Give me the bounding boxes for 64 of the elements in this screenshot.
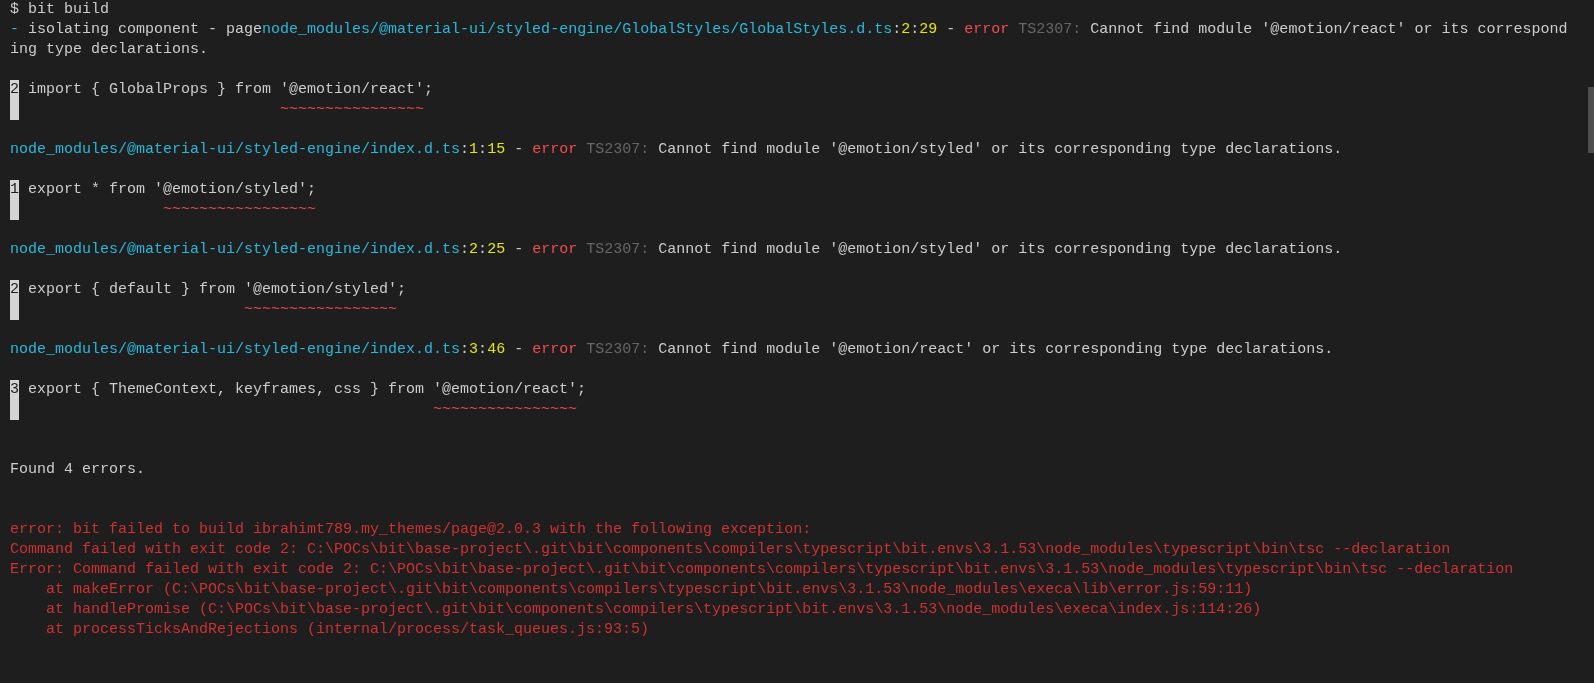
file-path: node_modules/@material-ui/styled-engine/index.d.ts: [10, 141, 461, 158]
file-path: node_modules/@material-ui/styled-engine/GlobalStyles/GlobalStyles.d.ts: [262, 21, 893, 38]
output-text: ing type declarations.: [10, 41, 209, 58]
output-text: Cannot find module '@emotion/react' or its corresponding type declarations.: [658, 341, 1334, 358]
error-code: TS2307:: [1018, 21, 1082, 38]
line-column-number: 1: [469, 141, 479, 158]
source-code: import { GlobalProps } from '@emotion/react';: [28, 81, 434, 98]
error-output-line: Command failed with exit code 2: C:\POCs\bit\base-project\.git\bit\components\compilers\typescript\bit.envs\3.1.53\node_modules\typescript\bin\tsc --declaration: [10, 541, 1451, 558]
line-column-number: 15: [487, 141, 506, 158]
output-text: -: [514, 141, 525, 158]
error-label: error: [532, 241, 578, 258]
output-text: Cannot find module '@emotion/styled' or its corresponding type declarations.: [658, 241, 1343, 258]
error-output-line: at processTicksAndRejections (internal/process/task_queues.js:93:5): [46, 621, 650, 638]
line-number: 2: [10, 280, 19, 300]
source-code: export { ThemeContext, keyframes, css } from '@emotion/react';: [28, 381, 587, 398]
output-text: :: [910, 21, 920, 38]
error-underline: ~~~~~~~~~~~~~~~~~: [244, 301, 398, 318]
output-text: :: [460, 241, 470, 258]
line-number-gutter: [10, 400, 19, 420]
line-column-number: 2: [469, 241, 479, 258]
error-output-line: error: bit failed to build ibrahimt789.my_themes/page@2.0.3 with the following exception:: [10, 521, 812, 538]
line-number-gutter: [10, 100, 19, 120]
error-output-line: at makeError (C:\POCs\bit\base-project\.git\bit\components\compilers\typescript\bit.envs\3.1.53\node_modules\execa\lib\error.js:59:11): [46, 581, 1253, 598]
error-code: TS2307:: [586, 141, 650, 158]
file-path: node_modules/@material-ui/styled-engine/index.d.ts: [10, 241, 461, 258]
scrollbar-thumb[interactable]: [1588, 87, 1594, 153]
error-code: TS2307:: [586, 241, 650, 258]
line-number: 2: [10, 80, 19, 100]
error-output-line: Error: Command failed with exit code 2: C:\POCs\bit\base-project\.git\bit\components\compilers\typescript\bit.envs\3.1.53\node_modules\typescript\bin\tsc --declaration: [10, 561, 1514, 578]
error-label: error: [964, 21, 1010, 38]
error-code: TS2307:: [586, 341, 650, 358]
output-text: $ bit build: [10, 1, 110, 18]
line-column-number: 25: [487, 241, 506, 258]
error-underline: ~~~~~~~~~~~~~~~~~: [163, 201, 317, 218]
dash-marker: -: [10, 21, 19, 38]
output-text: :: [460, 341, 470, 358]
source-code: export * from '@emotion/styled';: [28, 181, 317, 198]
line-column-number: 3: [469, 341, 479, 358]
file-path: node_modules/@material-ui/styled-engine/index.d.ts: [10, 341, 461, 358]
source-code: export { default } from '@emotion/styled';: [28, 281, 407, 298]
error-underline: ~~~~~~~~~~~~~~~~: [280, 101, 425, 118]
output-text: -: [514, 341, 525, 358]
output-text: isolating component - page: [28, 21, 263, 38]
line-column-number: 29: [919, 21, 938, 38]
output-text: :: [892, 21, 902, 38]
output-text: :: [478, 241, 488, 258]
line-number-gutter: [10, 200, 19, 220]
error-label: error: [532, 341, 578, 358]
output-text: :: [478, 341, 488, 358]
error-output-line: at handlePromise (C:\POCs\bit\base-project\.git\bit\components\compilers\typescript\bit.envs\3.1.53\node_modules\execa\index.js:114:26): [46, 601, 1262, 618]
output-text: -: [514, 241, 525, 258]
output-text: :: [460, 141, 470, 158]
line-number-gutter: [10, 300, 19, 320]
output-text: Cannot find module '@emotion/react' or its correspond: [1090, 21, 1568, 38]
output-text: :: [478, 141, 488, 158]
error-label: error: [532, 141, 578, 158]
error-underline: ~~~~~~~~~~~~~~~~: [433, 401, 578, 418]
output-text: Cannot find module '@emotion/styled' or its corresponding type declarations.: [658, 141, 1343, 158]
line-number: 1: [10, 180, 19, 200]
output-text: Found 4 errors.: [10, 461, 146, 478]
line-column-number: 2: [901, 21, 911, 38]
output-text: -: [946, 21, 957, 38]
line-number: 3: [10, 380, 19, 400]
line-column-number: 46: [487, 341, 506, 358]
